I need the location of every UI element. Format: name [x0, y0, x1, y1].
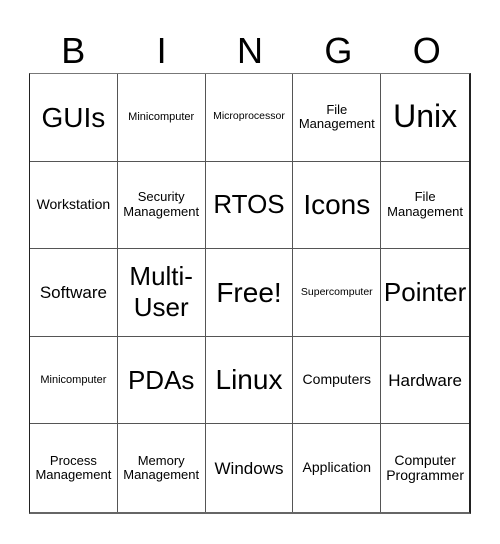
bingo-board: GUIs Minicomputer Microprocessor File Ma…	[29, 73, 471, 514]
bingo-cell[interactable]: Software	[30, 249, 118, 337]
bingo-cell[interactable]: File Management	[381, 162, 469, 250]
header-letter-o: O	[412, 30, 441, 71]
bingo-cell[interactable]: Pointer	[381, 249, 469, 337]
bingo-header: B I N G O	[29, 28, 471, 73]
bingo-cell[interactable]: Computers	[293, 336, 382, 425]
header-letter-g: G	[324, 30, 353, 71]
bingo-cell[interactable]: Application	[293, 424, 382, 512]
header-letter-b: B	[61, 30, 86, 71]
bingo-cell[interactable]: RTOS	[205, 161, 294, 250]
bingo-cell[interactable]: Unix	[381, 74, 469, 162]
bingo-cell[interactable]: Linux	[205, 336, 294, 425]
bingo-cell[interactable]: Minicomputer	[30, 336, 118, 425]
bingo-cell[interactable]: File Management	[293, 74, 382, 162]
bingo-cell[interactable]: Minicomputer	[117, 74, 206, 162]
bingo-cell[interactable]: PDAs	[117, 336, 206, 425]
bingo-cell[interactable]: Workstation	[30, 161, 118, 250]
bingo-cell[interactable]: GUIs	[30, 74, 118, 162]
bingo-cell[interactable]: Memory Management	[118, 424, 206, 512]
bingo-cell[interactable]: Microprocessor	[205, 74, 294, 162]
bingo-cell[interactable]: Hardware	[381, 337, 469, 425]
bingo-cell[interactable]: Supercomputer	[293, 249, 382, 337]
header-letter-n: N	[236, 30, 263, 71]
bingo-cell[interactable]: Security Management	[117, 161, 206, 250]
free-space[interactable]: Free!	[205, 249, 294, 337]
header-letter-i: I	[156, 30, 167, 71]
bingo-cell[interactable]: Process Management	[30, 424, 118, 512]
bingo-cell[interactable]: Multi-User	[117, 249, 206, 337]
bingo-cell[interactable]: Icons	[293, 161, 382, 250]
bingo-cell[interactable]: Computer Programmer	[381, 424, 469, 512]
bingo-cell[interactable]: Windows	[206, 424, 294, 512]
